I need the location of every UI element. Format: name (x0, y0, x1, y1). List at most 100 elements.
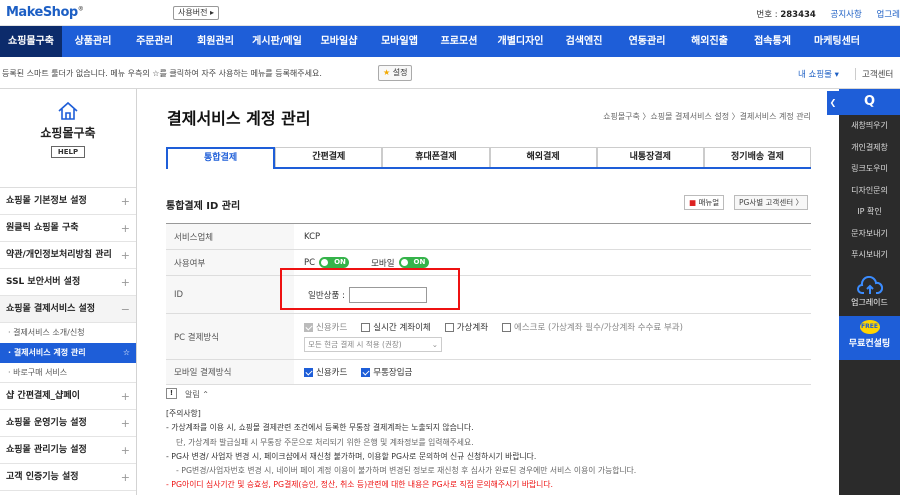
expand-icon: + (120, 249, 130, 262)
sidebar-subitem-label: · 바로구매 서비스 (8, 368, 68, 377)
sidebar-item-label: 고객 인증기능 설정 (6, 472, 79, 482)
sidebar-item[interactable]: 쇼핑몰 관리기능 설정 + (0, 437, 136, 464)
sidebar-item[interactable]: 쇼핑몰 기본정보 설정 + (0, 188, 136, 215)
notice-link[interactable]: 공지사항 (831, 10, 862, 20)
pc-label: PC (304, 257, 316, 268)
checkbox[interactable] (502, 322, 512, 332)
makeshop-logo[interactable]: MakeShop® (6, 5, 84, 20)
option-label: 신용카드 (316, 368, 348, 378)
quick-menu-item[interactable]: 문자보내기 (839, 223, 900, 245)
nav-item[interactable]: 회원관리 (185, 26, 246, 57)
payment-method-option[interactable]: 무통장입금 (361, 366, 412, 378)
sidebar-item[interactable]: 약관/개인정보처리방침 관리 + (0, 242, 136, 269)
note-line: 단, 가상계좌 발급실패 시 무통장 주문으로 처리되기 위한 은행 및 계좌정… (176, 437, 474, 447)
provider-row: 서비스업체 KCP (166, 224, 811, 250)
sidebar-item-label: 쇼핑몰 결제서비스 설정 (6, 304, 96, 314)
nav-item[interactable]: 모바일샵 (308, 26, 370, 57)
sidebar-subitem[interactable]: · 결제서비스 소개/신청 (0, 323, 136, 343)
quick-menu-item[interactable]: 개인결제창 (839, 137, 900, 159)
nav-item[interactable]: 모바일앱 (370, 26, 429, 57)
pg-customer-center-button[interactable]: PG사별 고객센터 〉 (734, 195, 809, 210)
sidebar-item[interactable]: 고객 인증기능 설정 + (0, 464, 136, 491)
checkbox[interactable] (444, 322, 454, 332)
quick-menu-item[interactable]: 새창띄우기 (839, 115, 900, 137)
free-consulting-button[interactable]: FREE 무료컨설팅 (839, 316, 900, 360)
payment-method-option[interactable]: 실시간 계좌이체 (361, 321, 431, 333)
sidebar-item[interactable]: SSL 보안서버 설정 + (0, 269, 136, 296)
nav-item[interactable]: 게시판/메일 (246, 26, 308, 57)
nav-item[interactable]: 해외진출 (678, 26, 741, 57)
nav-item[interactable]: 주문관리 (124, 26, 185, 57)
id-management-form: 서비스업체 KCP 사용여부 PC ON 모바일 ON ID 일반상품 : PC… (166, 223, 811, 385)
version-button[interactable]: 사용버전 ▸ (173, 6, 219, 20)
nav-item[interactable]: 접속통계 (741, 26, 804, 57)
provider-label: 서비스업체 (166, 224, 294, 249)
sidebar-item[interactable]: 샵 간편결제_샵페이 + (0, 383, 136, 410)
mobile-method-label: 모바일 결제방식 (166, 360, 294, 384)
nav-item[interactable]: 연동관리 (616, 26, 678, 57)
sidebar-item[interactable]: 쇼핑몰 결제서비스 설정 − (0, 296, 136, 323)
option-label: 에스크로 (가상계좌 필수/가상계좌 수수료 부과) (514, 323, 683, 333)
home-icon[interactable] (57, 101, 79, 121)
my-shop-dropdown[interactable]: 내 쇼핑몰 ▾ (798, 68, 839, 80)
account-label: 번호 : (756, 10, 781, 20)
favorites-setting-button[interactable]: ★ 설정 (378, 65, 413, 81)
favorites-message: 등록된 스마트 툴더가 없습니다. 메뉴 우측의 ☆를 클릭하여 자주 사용하는… (2, 69, 322, 78)
payment-tab[interactable]: 통합결제 (166, 147, 276, 169)
nav-item[interactable]: 마케팅센터 (804, 26, 870, 57)
cloud-upload-icon (856, 276, 883, 294)
sidebar-item-label: 원클릭 쇼핑몰 구축 (6, 223, 79, 233)
manual-button[interactable]: ■ 매뉴얼 (684, 195, 725, 210)
payment-method-option[interactable]: 에스크로 (가상계좌 필수/가상계좌 수수료 부과) (502, 321, 683, 333)
pc-apply-select[interactable]: 모든 현금 결제 시 적용 (권장) ⌄ (304, 337, 442, 352)
option-label: 신용카드 (316, 323, 348, 333)
upgrade-button[interactable]: 업그레이드 (839, 272, 900, 310)
search-icon[interactable]: Q (839, 89, 900, 115)
sidebar-title: 쇼핑몰구축 (40, 126, 96, 140)
nav-item[interactable]: 프로모션 (429, 26, 489, 57)
checkbox[interactable] (304, 367, 313, 377)
quick-menu-item[interactable]: IP 확인 (839, 201, 900, 223)
sidebar-item[interactable]: 원클릭 쇼핑몰 구축 + (0, 215, 136, 242)
checkbox[interactable] (361, 322, 371, 332)
payment-method-option[interactable]: 신용카드 (304, 321, 347, 333)
customer-center-link[interactable]: 고객센터 (855, 68, 893, 80)
app-root: MakeShop® 사용버전 ▸ 번호 : 283434 공지사항 업그레 쇼핑… (0, 0, 900, 495)
sidebar-item[interactable]: 쇼핑몰 운영기능 설정 + (0, 410, 136, 437)
payment-method-option[interactable]: 가상계좌 (444, 321, 488, 333)
nav-item[interactable]: 개별디자인 (489, 26, 552, 57)
provider-value: KCP (304, 231, 321, 242)
payment-method-option[interactable]: 신용카드 (304, 366, 347, 378)
nav-item[interactable]: 상품관리 (62, 26, 124, 57)
notice-toggle[interactable]: 알림 ⌃ (185, 389, 209, 400)
checkbox[interactable] (361, 367, 371, 377)
manual-label: 매뉴얼 (698, 198, 720, 207)
note-line: - PG아이디 심사기간 및 승효성, PG결제(승인, 정산, 취소 등)관련… (166, 480, 554, 490)
nav-item[interactable]: 쇼핑몰구축 (0, 26, 62, 57)
payment-tab[interactable]: 휴대폰결제 (382, 147, 490, 167)
option-label: 무통장입금 (373, 368, 413, 378)
payment-tab[interactable]: 내통장결제 (596, 147, 704, 167)
mobile-toggle[interactable]: ON (398, 257, 429, 268)
sidebar-subitem[interactable]: · 결제서비스 계정 관리 ☆ (0, 343, 136, 363)
top-bar: MakeShop® 사용버전 ▸ 번호 : 283434 공지사항 업그레 (0, 0, 900, 26)
expand-icon: − (120, 303, 130, 316)
payment-tab[interactable]: 간편결제 (275, 147, 383, 167)
note-line: - 가상계좌를 이용 시, 쇼핑몰 결제관련 조건에서 등록한 무통장 결제계좌… (166, 423, 474, 433)
payment-tab[interactable]: 정기배송 결제 (703, 147, 812, 167)
quick-menu: Q 새창띄우기 개인결제창 링크도우미 디자인문의 IP 확인 문자보내기 푸시보내기 업그… (839, 89, 900, 495)
help-button[interactable]: HELP (50, 146, 86, 158)
pc-toggle[interactable]: ON (319, 257, 350, 268)
collapse-arrow-icon[interactable]: ❮ (827, 91, 839, 115)
nav-item[interactable]: 검색엔진 (552, 26, 616, 57)
upgrade-link[interactable]: 업그레 (877, 10, 900, 20)
breadcrumb: 쇼핑몰구축 〉쇼핑몰 결제서비스 설정 〉결제서비스 계정 관리 (603, 112, 811, 121)
quick-menu-item[interactable]: 푸시보내기 (839, 244, 900, 266)
quick-menu-item[interactable]: 디자인문의 (839, 180, 900, 202)
quick-menu-item[interactable]: 링크도우미 (839, 158, 900, 180)
favorite-star-icon[interactable]: ☆ (123, 343, 130, 363)
sidebar-subitem[interactable]: · 바로구매 서비스 (0, 363, 136, 383)
payment-tab[interactable]: 해외결제 (489, 147, 597, 167)
sidebar-item[interactable]: 샵 도메인 안내+ (0, 491, 136, 495)
checkbox[interactable] (304, 322, 313, 332)
